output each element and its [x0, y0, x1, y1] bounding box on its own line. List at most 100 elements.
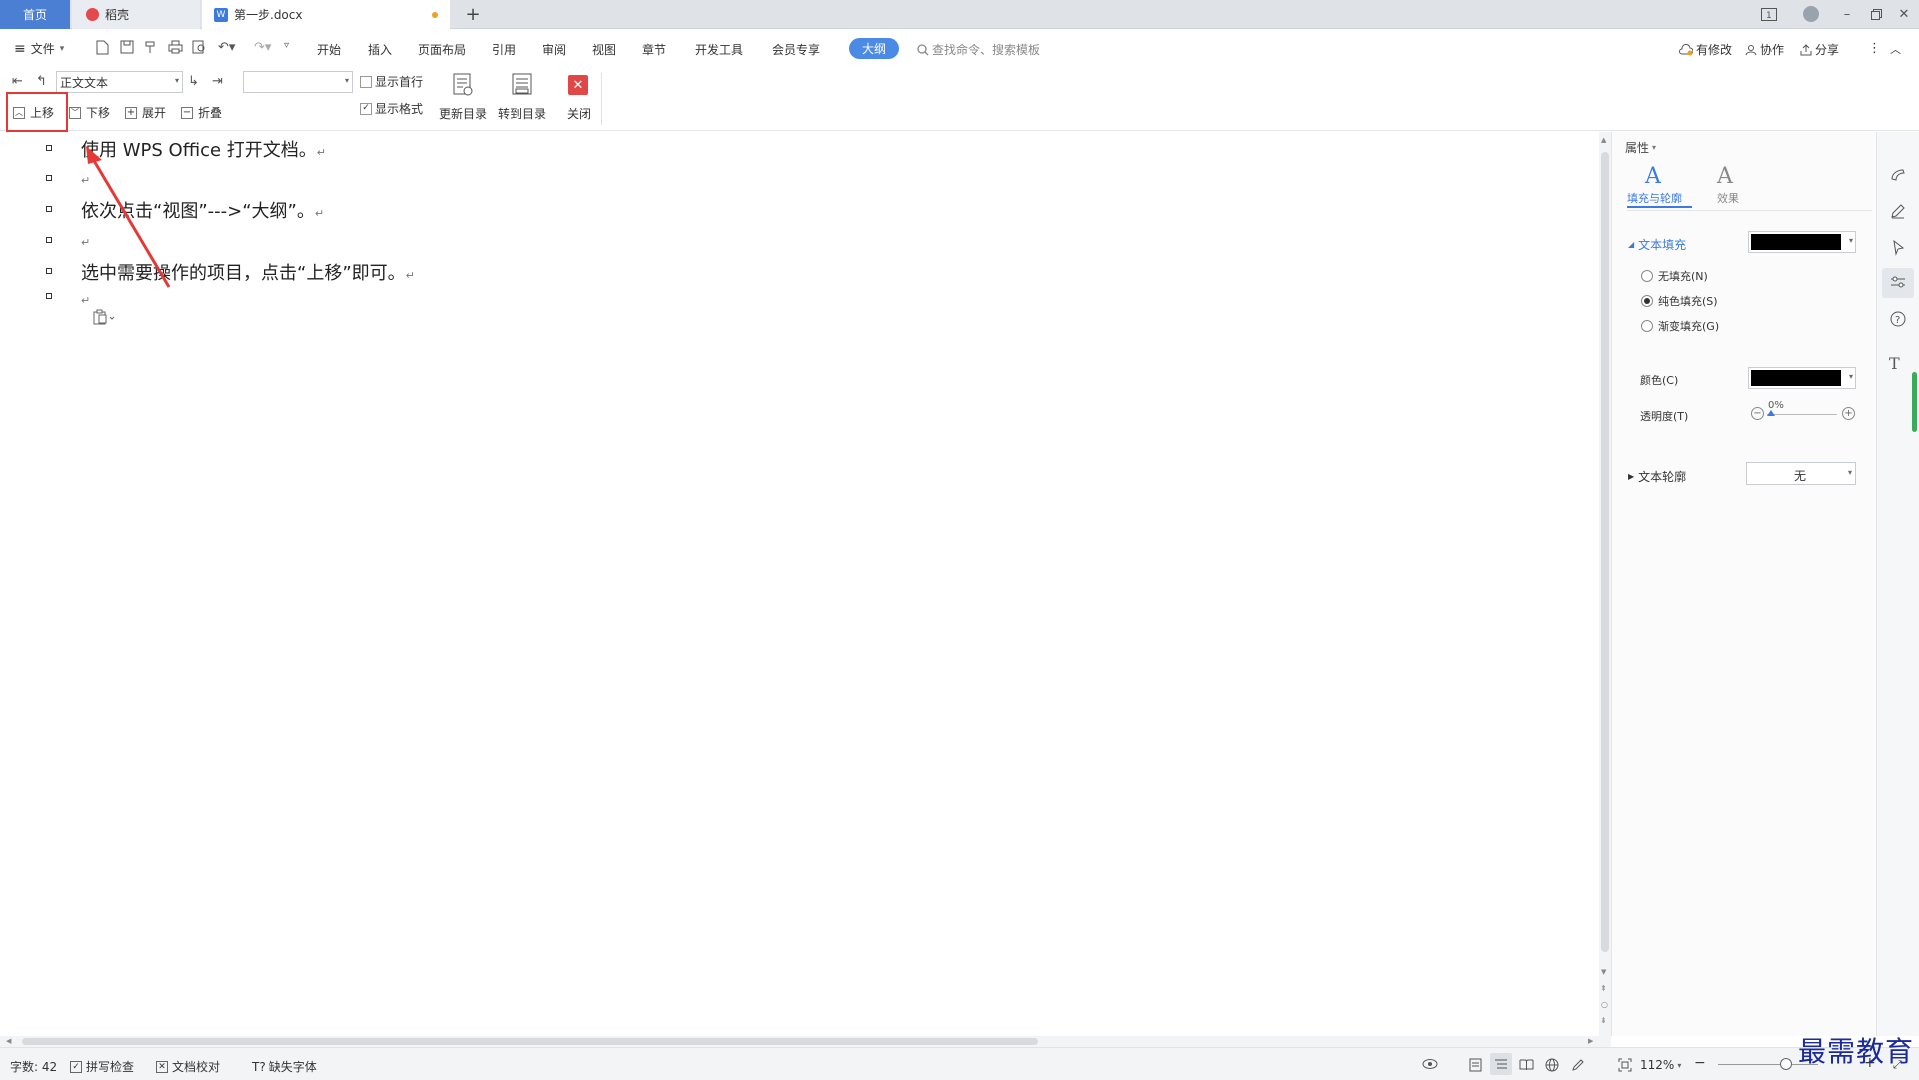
undo-icon[interactable]: ↶▾	[218, 40, 235, 55]
update-toc-button[interactable]: 更新目录	[437, 71, 489, 127]
reading-view-icon[interactable]	[1519, 1058, 1534, 1071]
menu-view[interactable]: 视图	[592, 41, 616, 58]
proofread-button[interactable]: ✕ 文档校对	[156, 1058, 220, 1075]
fit-page-icon[interactable]	[1618, 1058, 1632, 1072]
move-down-button[interactable]: ﹀ 下移	[69, 104, 110, 121]
spell-check-button[interactable]: ✓ 拼写检查	[70, 1058, 134, 1075]
page-view-icon[interactable]	[1469, 1058, 1482, 1072]
tab-home[interactable]: 首页	[0, 0, 70, 29]
pen-icon[interactable]	[1571, 1058, 1585, 1072]
text-outline-section[interactable]: ▶ 文本轮廓	[1628, 468, 1686, 485]
eye-protection-icon[interactable]	[1422, 1058, 1438, 1070]
style-icon[interactable]	[1889, 167, 1909, 187]
new-tab-button[interactable]: +	[462, 0, 484, 29]
scroll-left-icon[interactable]: ◀	[6, 1037, 11, 1045]
no-fill-radio[interactable]: 无填充(N)	[1641, 268, 1708, 284]
outline-bullet[interactable]	[46, 145, 52, 151]
scroll-down-icon[interactable]: ▼	[1601, 968, 1606, 976]
collapse-ribbon-icon[interactable]: ︿	[1890, 41, 1901, 57]
text-fill-section[interactable]: ◢ 文本填充	[1628, 236, 1686, 253]
vertical-scroll-thumb[interactable]	[1601, 152, 1609, 952]
select-browse-icon[interactable]: ○	[1601, 1000, 1608, 1009]
help-icon[interactable]: ?	[1889, 310, 1909, 330]
web-view-icon[interactable]	[1545, 1058, 1559, 1072]
menu-home[interactable]: 开始	[317, 41, 341, 58]
zoom-select[interactable]: 112% ▾	[1640, 1058, 1681, 1072]
horizontal-scroll-thumb[interactable]	[22, 1038, 1038, 1045]
tab-fill-outline[interactable]: A 填充与轮廓	[1627, 164, 1692, 208]
zoom-slider-thumb[interactable]	[1780, 1058, 1792, 1070]
text-icon[interactable]: T	[1889, 354, 1909, 374]
new-icon[interactable]	[96, 40, 109, 55]
outline-bullet[interactable]	[46, 268, 52, 274]
outline-view-icon[interactable]	[1494, 1058, 1508, 1071]
layout-icon[interactable]: 1	[1760, 5, 1778, 23]
restore-button[interactable]	[1867, 5, 1885, 23]
outline-bullet[interactable]	[46, 293, 52, 299]
goto-toc-button[interactable]: 转到目录	[496, 71, 548, 127]
menu-review[interactable]: 审阅	[542, 41, 566, 58]
promote-to-heading-icon[interactable]: ⇤	[12, 74, 23, 89]
show-first-line-checkbox[interactable]: 显示首行	[360, 73, 423, 90]
properties-header[interactable]: 属性 ▾	[1625, 139, 1656, 156]
prev-page-icon[interactable]: ⇞	[1600, 984, 1607, 993]
menu-chapter[interactable]: 章节	[642, 41, 666, 58]
customize-icon[interactable]: ▿	[284, 40, 289, 51]
collab-button[interactable]: 协作	[1745, 41, 1784, 58]
redo-icon[interactable]: ↷▾	[254, 40, 271, 55]
share-button[interactable]: 分享	[1800, 41, 1839, 58]
gradient-fill-radio[interactable]: 渐变填充(G)	[1641, 318, 1719, 334]
tab-document[interactable]: W 第一步.docx	[202, 0, 450, 29]
outline-bullet[interactable]	[46, 206, 52, 212]
outline-level-select[interactable]: 正文文本 ▾	[56, 71, 183, 93]
transparency-slider[interactable]	[1767, 414, 1837, 415]
edit-icon[interactable]	[1889, 202, 1909, 222]
print-preview-icon[interactable]	[192, 40, 207, 54]
text-fill-color-select[interactable]: ▾	[1748, 231, 1856, 253]
tab-daoke[interactable]: 稻壳	[72, 0, 200, 29]
outline-line[interactable]: ↵	[81, 288, 90, 309]
sliders-icon[interactable]	[1889, 273, 1909, 293]
expand-button[interactable]: + 展开	[125, 104, 166, 121]
scroll-right-icon[interactable]: ▶	[1588, 1037, 1593, 1045]
menu-dev-tools[interactable]: 开发工具	[695, 41, 743, 58]
text-outline-select[interactable]: 无 ▾	[1746, 462, 1856, 485]
collapse-button[interactable]: − 折叠	[181, 104, 222, 121]
menu-references[interactable]: 引用	[492, 41, 516, 58]
missing-font-button[interactable]: T? 缺失字体	[252, 1058, 317, 1075]
close-window-button[interactable]: ✕	[1895, 5, 1913, 23]
paste-options-icon[interactable]	[92, 309, 116, 325]
menu-page-layout[interactable]: 页面布局	[418, 41, 466, 58]
more-icon[interactable]: ⋮	[1868, 41, 1881, 56]
format-painter-icon[interactable]	[144, 40, 158, 54]
search-box[interactable]: 查找命令、搜索模板	[917, 41, 1040, 58]
vertical-scrollbar[interactable]: ▲ ▼ ⇞ ○ ⇟	[1599, 132, 1611, 1036]
print-icon[interactable]	[168, 40, 183, 54]
slider-thumb-icon[interactable]	[1767, 410, 1775, 416]
zoom-out-button[interactable]: −	[1694, 1055, 1706, 1071]
file-menu[interactable]: ≡ 文件 ▾	[14, 40, 64, 57]
plus-circle-icon[interactable]: +	[1842, 407, 1855, 420]
solid-fill-radio[interactable]: 纯色填充(S)	[1641, 293, 1718, 309]
tab-outline[interactable]: 大纲	[849, 38, 899, 59]
outline-bullet[interactable]	[46, 237, 52, 243]
demote-icon[interactable]: ↳	[188, 74, 199, 89]
save-icon[interactable]	[120, 40, 134, 54]
demote-to-body-icon[interactable]: ⇥	[212, 74, 223, 89]
menu-insert[interactable]: 插入	[368, 41, 392, 58]
scroll-up-icon[interactable]: ▲	[1601, 136, 1606, 144]
minus-circle-icon[interactable]: −	[1751, 407, 1764, 420]
avatar[interactable]	[1802, 5, 1820, 23]
next-page-icon[interactable]: ⇟	[1600, 1016, 1607, 1025]
menu-member[interactable]: 会员专享	[772, 41, 820, 58]
select-cursor-icon[interactable]	[1889, 238, 1909, 258]
has-changes-button[interactable]: 有修改	[1679, 41, 1732, 58]
tab-effect[interactable]: A 效果	[1707, 164, 1747, 208]
outline-bullet[interactable]	[46, 175, 52, 181]
close-outline-button[interactable]: ✕ 关闭	[562, 71, 596, 127]
show-format-checkbox[interactable]: ✓ 显示格式	[360, 100, 423, 117]
promote-icon[interactable]: ↰	[36, 74, 47, 89]
horizontal-scrollbar[interactable]: ◀ ▶	[0, 1036, 1611, 1047]
color-select[interactable]: ▾	[1748, 367, 1856, 389]
document-area[interactable]: 使用 WPS Office 打开文档。↵ ↵ 依次点击“视图”--->“大纲”。…	[0, 132, 1599, 1036]
